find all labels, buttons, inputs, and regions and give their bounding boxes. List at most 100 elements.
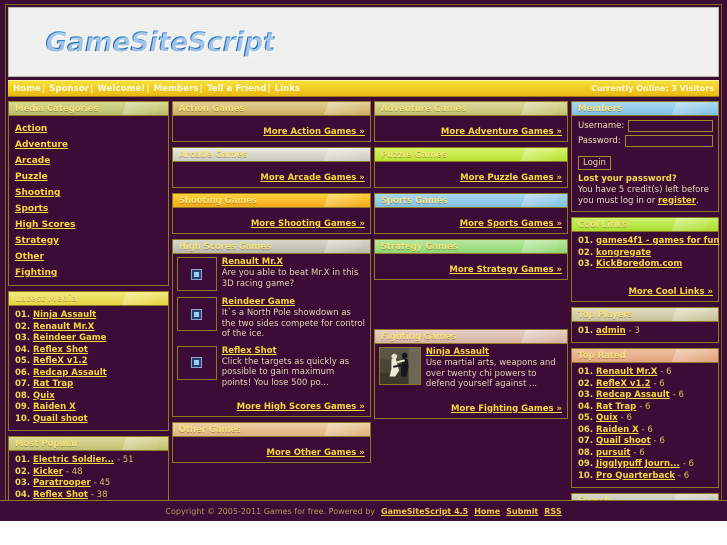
list-index: 01. (15, 310, 31, 320)
category-link-strategy[interactable]: Strategy (15, 236, 59, 246)
top-rated-link[interactable]: Raiden X (596, 425, 639, 435)
top-players-title: Top Players (572, 307, 719, 322)
top-rated-link[interactable]: Quail shoot (596, 436, 651, 446)
page-root: GameSiteScript Home| Sponsor| Welcome!| … (0, 0, 727, 545)
cool-link[interactable]: kongregate (596, 248, 651, 258)
arcade-games-title: Arcade Games (172, 148, 370, 162)
category-link-high-scores[interactable]: High Scores (15, 220, 76, 230)
more-cool-links-link[interactable]: More Cool Links » (628, 287, 713, 297)
broken-image-icon (191, 357, 203, 368)
footer-link-rss[interactable]: RSS (544, 507, 561, 516)
game-title-link[interactable]: Reindeer Game (222, 297, 366, 307)
category-link-arcade[interactable]: Arcade (15, 156, 50, 166)
site-logo[interactable]: GameSiteScript (45, 27, 276, 58)
more-fighting-games-link[interactable]: More Fighting Games » (451, 404, 562, 414)
top-rated-link[interactable]: Pro Quarterback (596, 471, 675, 481)
nav-item-welcome[interactable]: Welcome! (97, 84, 145, 94)
top-rated-link[interactable]: Renault Mr.X (596, 367, 657, 377)
latest-media-link[interactable]: Reflex Shot (33, 345, 88, 355)
content-columns: Media Categories Action Adventure Arcade… (8, 101, 719, 545)
popular-game-link[interactable]: Paratrooper (33, 478, 91, 488)
latest-media-title: Latest Media (9, 292, 168, 306)
top-rated-body: 01. Renault Mr.X - 6 02. RefleX v1.2 - 6… (572, 363, 718, 487)
more-puzzle-games-link[interactable]: More Puzzle Games » (460, 173, 562, 183)
category-link-shooting[interactable]: Shooting (15, 188, 61, 198)
latest-media-link[interactable]: Renault Mr.X (33, 322, 94, 332)
list-item: 02. kongregate (578, 248, 713, 260)
category-link-puzzle[interactable]: Puzzle (15, 172, 48, 182)
game-thumbnail[interactable] (378, 347, 421, 385)
latest-media-link[interactable]: Reindeer Game (33, 333, 106, 343)
top-rated-title: Top Rated (572, 349, 719, 363)
game-title-link[interactable]: Renault Mr.X (222, 257, 366, 267)
high-scores-games-title: High Scores Games (172, 240, 370, 254)
more-strategy-games-link[interactable]: More Strategy Games » (449, 265, 562, 275)
game-entry[interactable]: Renault Mr.X Are you able to beat Mr.X i… (173, 254, 370, 294)
latest-media-link[interactable]: RefleX v1.2 (33, 356, 88, 366)
footer-powered-by-link[interactable]: GameSiteScript 4.5 (381, 507, 468, 516)
latest-media-body: 01. Ninja Assault 02. Renault Mr.X 03. R… (9, 306, 168, 430)
site-banner: GameSiteScript (8, 7, 719, 77)
nav-item-links[interactable]: Links (275, 84, 301, 94)
latest-media-link[interactable]: Quix (33, 391, 55, 401)
more-high-scores-games-link[interactable]: More High Scores Games » (237, 402, 365, 412)
popular-game-link[interactable]: Reflex Shot (33, 490, 88, 500)
game-thumbnail[interactable] (176, 345, 217, 380)
lost-password-link[interactable]: Lost your password? (578, 174, 713, 184)
category-link-action[interactable]: Action (15, 124, 47, 134)
list-item: 05. Quix - 6 (578, 413, 713, 425)
cool-link[interactable]: games4f1 - games for fun (596, 236, 719, 246)
top-rated-link[interactable]: Redcap Assault (596, 390, 670, 400)
game-entry[interactable]: Reflex Shot Click the targets as quickly… (173, 343, 370, 392)
list-item: 01. Electric Soldier... - 51 (15, 455, 163, 467)
top-rated-link[interactable]: Rat Trap (596, 402, 636, 412)
more-adventure-games-link[interactable]: More Adventure Games » (441, 127, 562, 137)
username-input[interactable] (628, 120, 714, 132)
latest-media-link[interactable]: Redcap Assault (33, 368, 107, 378)
latest-media-link[interactable]: Rat Trap (33, 379, 73, 389)
nav-item-home[interactable]: Home (13, 84, 41, 94)
game-thumbnail[interactable] (176, 297, 217, 331)
game-thumbnail[interactable] (176, 257, 217, 291)
list-item: 04. Reflex Shot (15, 345, 163, 357)
latest-media-link[interactable]: Raiden X (33, 402, 76, 412)
more-sports-games-link[interactable]: More Sports Games » (460, 219, 562, 229)
game-entry[interactable]: Reindeer Game It`s a North Pole showdown… (173, 294, 370, 343)
popular-game-link[interactable]: Electric Soldier... (33, 455, 114, 465)
top-rated-link[interactable]: RefleX v1.2 (596, 379, 651, 389)
footer-link-submit[interactable]: Submit (506, 507, 538, 516)
nav-separator: | (146, 83, 150, 94)
popular-game-link[interactable]: Kicker (33, 467, 63, 477)
left-sidebar: Media Categories Action Adventure Arcade… (8, 101, 169, 545)
footer-link-home[interactable]: Home (474, 507, 500, 516)
nav-item-sponsor[interactable]: Sponsor (49, 84, 89, 94)
category-link-fighting[interactable]: Fighting (15, 268, 57, 278)
login-button[interactable]: Login (578, 156, 611, 170)
category-link-sports[interactable]: Sports (15, 204, 48, 214)
media-categories-box: Media Categories Action Adventure Arcade… (8, 101, 169, 286)
nav-item-members[interactable]: Members (154, 84, 199, 94)
game-title-link[interactable]: Reflex Shot (222, 346, 366, 356)
game-entry[interactable]: Ninja Assault Use martial arts, weapons … (375, 344, 567, 393)
top-rated-link[interactable]: pursuit (596, 448, 630, 458)
more-action-games-link[interactable]: More Action Games » (263, 127, 365, 137)
more-arcade-games-link[interactable]: More Arcade Games » (260, 173, 364, 183)
latest-media-link[interactable]: Quail shoot (33, 414, 88, 424)
latest-media-link[interactable]: Ninja Assault (33, 310, 96, 320)
top-rated-link[interactable]: Jigglypuff Journ... (596, 459, 680, 469)
top-players-body: 01. admin - 3 (572, 322, 718, 343)
cool-link[interactable]: KickBoredom.com (596, 259, 682, 269)
nav-item-tell-a-friend[interactable]: Tell a Friend (207, 84, 266, 94)
top-player-link[interactable]: admin (596, 326, 626, 336)
category-link-other[interactable]: Other (15, 252, 44, 262)
register-link[interactable]: register (658, 196, 696, 206)
list-item: 09. Raiden X (15, 402, 163, 414)
list-item: Shooting (15, 184, 163, 199)
password-input[interactable] (624, 135, 714, 147)
top-rated-link[interactable]: Quix (596, 413, 618, 423)
members-title: Members (572, 102, 719, 116)
more-other-games-link[interactable]: More Other Games » (266, 448, 364, 458)
category-link-adventure[interactable]: Adventure (15, 140, 68, 150)
more-shooting-games-link[interactable]: More Shooting Games » (251, 219, 365, 229)
game-title-link[interactable]: Ninja Assault (426, 347, 563, 357)
